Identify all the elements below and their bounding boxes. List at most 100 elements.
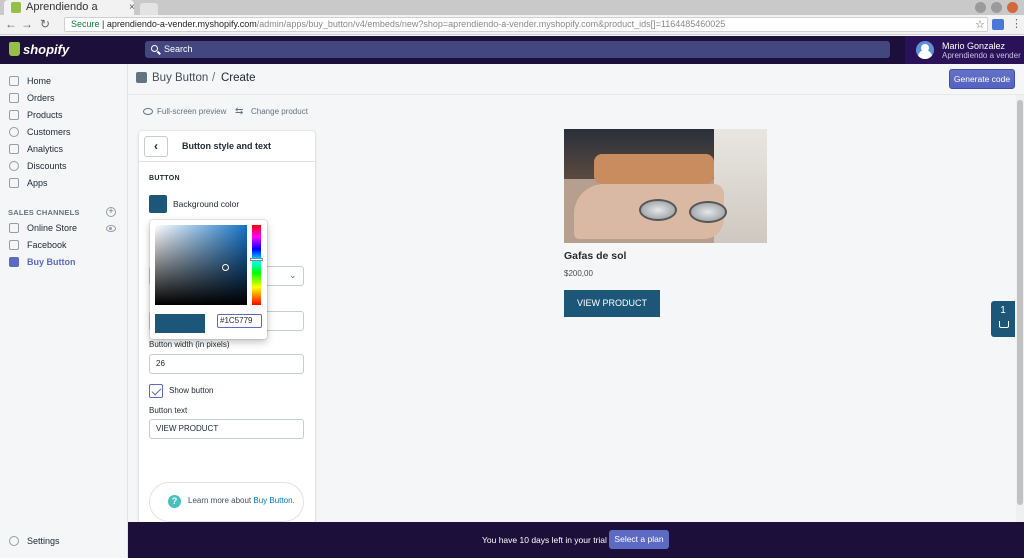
hex-input[interactable]: #1C5779	[217, 314, 262, 328]
show-button-label: Show button	[169, 386, 214, 395]
product-image	[564, 129, 767, 243]
sidebar-item-label: Buy Button	[27, 257, 76, 267]
store-icon	[9, 223, 19, 233]
discount-icon	[9, 161, 19, 171]
product-price: $200,00	[564, 269, 593, 278]
search-icon	[151, 45, 158, 52]
reload-icon[interactable]: ↻	[38, 17, 52, 31]
breadcrumb-separator: /	[212, 72, 216, 84]
user-name: Mario Gonzalez	[942, 41, 1006, 51]
sidebar-item-orders[interactable]: Orders	[8, 90, 55, 106]
sidebar-item-label: Settings	[27, 536, 60, 546]
breadcrumb[interactable]: Buy Button	[152, 72, 208, 84]
help-icon: ?	[168, 495, 181, 508]
sidebar-item-discounts[interactable]: Discounts	[8, 158, 67, 174]
apps-icon	[9, 178, 19, 188]
panel-title: Button style and text	[182, 141, 272, 151]
sidebar-item-buy-button[interactable]: Buy Button	[8, 254, 76, 270]
secure-label: Secure	[71, 19, 100, 29]
minimize-button[interactable]	[975, 2, 986, 13]
buy-button-help-link[interactable]: Buy Button	[253, 496, 292, 505]
browser-menu-icon[interactable]: ⋮	[1011, 17, 1022, 30]
customers-icon	[9, 127, 19, 137]
color-preview	[155, 314, 205, 333]
back-button[interactable]: ‹	[144, 136, 168, 157]
tag-icon	[9, 110, 19, 120]
scrollbar-thumb[interactable]	[1017, 100, 1023, 505]
change-product-link[interactable]: ⇆ Change product	[235, 106, 308, 117]
sidebar-item-label: Apps	[27, 178, 48, 188]
tab-close-icon[interactable]: ×	[129, 0, 134, 15]
home-icon	[9, 76, 19, 86]
shopify-favicon-icon	[11, 2, 21, 13]
add-channel-icon[interactable]: +	[106, 207, 116, 217]
url-field[interactable]: Secure | aprendiendo-a-vender.myshopify.…	[64, 17, 988, 32]
saturation-handle[interactable]	[222, 264, 229, 271]
forward-arrow-icon[interactable]: →	[20, 17, 34, 31]
sidebar-item-facebook[interactable]: Facebook	[8, 237, 67, 253]
hue-slider[interactable]	[252, 225, 261, 305]
buy-button-icon	[136, 72, 147, 83]
sidebar-item-online-store[interactable]: Online Store	[8, 220, 77, 236]
bookmark-star-icon[interactable]: ☆	[975, 18, 985, 31]
help-text: Learn more about Buy Button.	[188, 496, 295, 505]
gear-icon	[9, 536, 19, 546]
facebook-icon	[9, 240, 19, 250]
view-store-eye-icon[interactable]	[106, 225, 116, 232]
swap-icon: ⇆	[235, 106, 244, 117]
change-label: Change product	[251, 107, 308, 116]
eye-icon	[143, 108, 153, 115]
search-input[interactable]: Search	[145, 41, 890, 58]
browser-tab[interactable]: Aprendiendo a ×	[4, 0, 134, 15]
address-bar: ← → ↻ Secure | aprendiendo-a-vender.mysh…	[0, 15, 1024, 35]
sidebar-item-home[interactable]: Home	[8, 73, 51, 89]
sidebar-item-apps[interactable]: Apps	[8, 175, 48, 191]
browser-tab-bar: Aprendiendo a ×	[0, 0, 1024, 15]
select-plan-button[interactable]: Select a plan	[609, 530, 669, 549]
url-path: /admin/apps/buy_button/v4/embeds/new?sho…	[256, 19, 726, 29]
chevron-down-icon: ⌄	[289, 270, 297, 280]
full-screen-preview-link[interactable]: Full-screen preview	[143, 106, 226, 117]
avatar[interactable]	[916, 41, 934, 59]
button-text-label: Button text	[149, 406, 188, 415]
maximize-button[interactable]	[991, 2, 1002, 13]
show-button-checkbox[interactable]	[149, 384, 163, 398]
search-placeholder: Search	[164, 44, 193, 54]
view-product-button[interactable]: VIEW PRODUCT	[564, 290, 660, 317]
sidebar-item-label: Products	[27, 110, 63, 120]
close-window-button[interactable]	[1007, 2, 1018, 13]
sidebar-item-label: Home	[27, 76, 52, 86]
hue-handle[interactable]	[250, 258, 263, 261]
sidebar-item-analytics[interactable]: Analytics	[8, 141, 63, 157]
background-color-swatch[interactable]	[149, 195, 167, 213]
sidebar-item-customers[interactable]: Customers	[8, 124, 71, 140]
cart-icon	[999, 321, 1009, 328]
page-header	[128, 64, 1024, 95]
sidebar-item-label: Online Store	[27, 223, 78, 233]
section-heading: BUTTON	[149, 175, 180, 182]
sidebar-item-products[interactable]: Products	[8, 107, 63, 123]
user-store-name: Aprendiendo a vender	[942, 51, 1021, 60]
sidebar-item-label: Facebook	[27, 240, 67, 250]
sidebar-item-label: Orders	[27, 93, 55, 103]
back-arrow-icon[interactable]: ←	[4, 17, 18, 31]
product-title: Gafas de sol	[564, 250, 627, 262]
generate-code-button[interactable]: Generate code	[949, 69, 1015, 89]
cart-tab[interactable]: 1	[991, 301, 1015, 337]
sidebar-item-label: Analytics	[27, 144, 64, 154]
background-color-label: Background color	[173, 199, 240, 209]
new-tab-button[interactable]	[140, 3, 158, 15]
analytics-icon	[9, 144, 19, 154]
orders-icon	[9, 93, 19, 103]
width-label: Button width (in pixels)	[149, 340, 230, 349]
sidebar-item-label: Discounts	[27, 161, 67, 171]
page-title: Create	[221, 72, 256, 84]
saturation-area[interactable]	[155, 225, 247, 305]
translate-icon[interactable]	[992, 19, 1004, 30]
sidebar-item-settings[interactable]: Settings	[8, 533, 60, 549]
buy-button-icon	[9, 257, 19, 267]
trial-text: You have 10 days left in your trial	[482, 535, 607, 545]
shopify-logo[interactable]: shopify	[23, 42, 69, 57]
width-input[interactable]: 26	[149, 354, 304, 374]
button-text-input[interactable]: VIEW PRODUCT	[149, 419, 304, 439]
